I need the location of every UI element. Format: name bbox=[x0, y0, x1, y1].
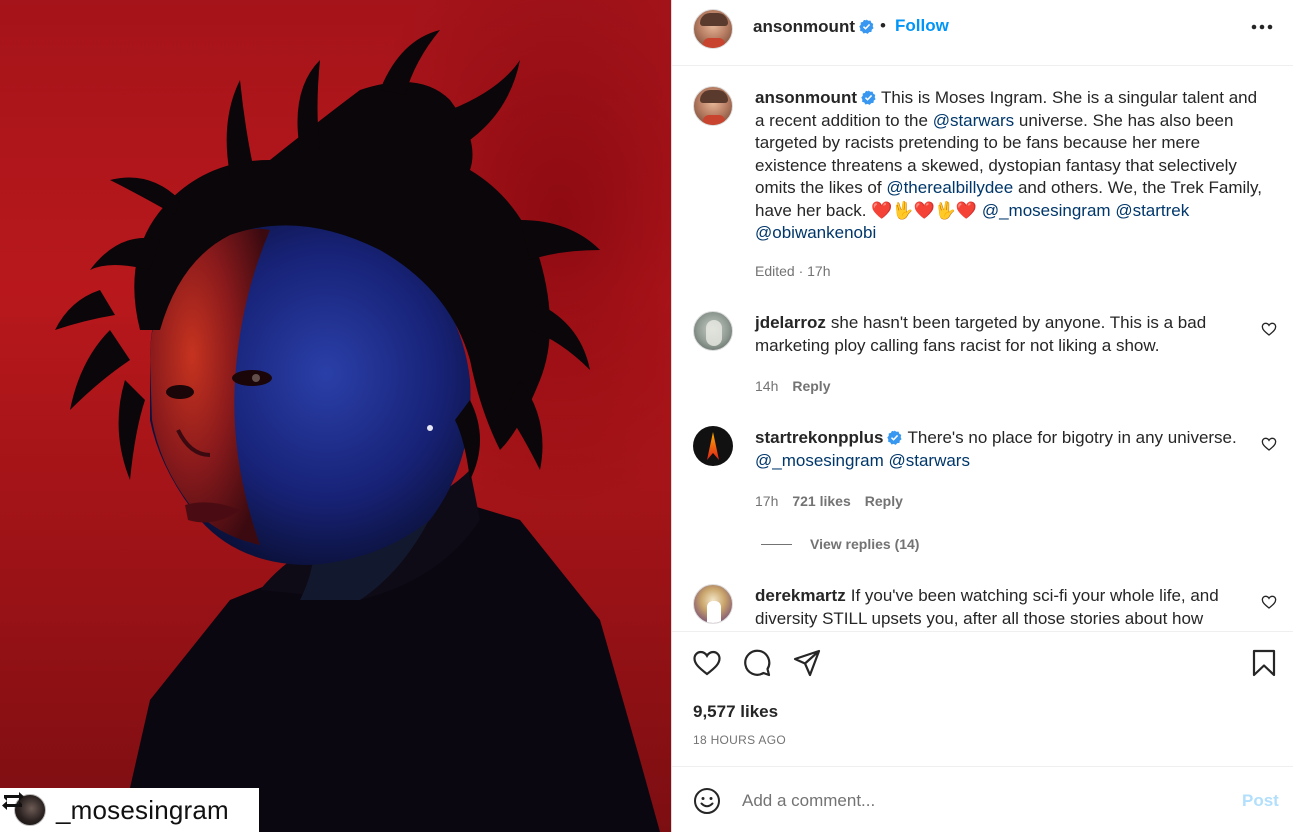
like-comment-heart-icon[interactable] bbox=[1261, 436, 1277, 452]
caption-emojis: ❤️🖖❤️🖖❤️ bbox=[871, 200, 978, 220]
likes-count[interactable]: 9,577 likes bbox=[693, 702, 778, 722]
add-comment-bar: Post bbox=[672, 766, 1293, 832]
commenter-avatar[interactable] bbox=[693, 311, 733, 351]
verified-icon bbox=[861, 90, 876, 105]
mention-link[interactable]: @obiwankenobi bbox=[755, 223, 876, 242]
post-photo[interactable]: _mosesingram bbox=[0, 0, 671, 832]
post-detail-panel: ansonmount • Follow ansonmount This is Mo… bbox=[671, 0, 1293, 832]
edited-label: Edited · 17h bbox=[755, 263, 831, 279]
emoji-icon[interactable] bbox=[693, 787, 721, 815]
repost-icon bbox=[2, 792, 24, 810]
post-timestamp[interactable]: 18 HOURS AGO bbox=[693, 733, 786, 747]
like-comment-heart-icon[interactable] bbox=[1261, 321, 1277, 337]
comment-meta: 14h Reply bbox=[755, 378, 844, 394]
comment: jdelarroz she hasn't been targeted by any… bbox=[755, 312, 1265, 357]
comment-meta: 17h 721 likes Reply bbox=[755, 493, 917, 509]
commenter-username[interactable]: derekmartz bbox=[755, 586, 846, 605]
caption-author-username[interactable]: ansonmount bbox=[755, 88, 857, 107]
caption-author-avatar[interactable] bbox=[693, 86, 733, 126]
comments-scroll-area[interactable]: ansonmount This is Moses Ingram. She is a… bbox=[672, 66, 1293, 631]
comment-likes[interactable]: 721 likes bbox=[792, 493, 850, 509]
tagged-username: _mosesingram bbox=[56, 794, 229, 825]
heart-icon[interactable] bbox=[692, 648, 722, 678]
comment: startrekonpplus There's no place for bigo… bbox=[755, 427, 1265, 472]
author-avatar[interactable] bbox=[693, 9, 733, 49]
comment: derekmartz If you've been watching sci-fi… bbox=[755, 585, 1265, 630]
caption-edited-time: Edited · 17h bbox=[755, 263, 845, 279]
replies-divider bbox=[761, 543, 792, 545]
mention-link[interactable]: @_mosesingram bbox=[755, 451, 884, 470]
post-actions: 9,577 likes 18 HOURS AGO bbox=[672, 631, 1293, 766]
commenter-avatar[interactable] bbox=[693, 426, 733, 466]
verified-icon bbox=[887, 430, 903, 445]
mention-link[interactable]: @starwars bbox=[933, 111, 1015, 130]
bookmark-icon[interactable] bbox=[1249, 648, 1279, 678]
comment-age: 17h bbox=[755, 493, 779, 509]
comment-input[interactable] bbox=[742, 787, 1212, 815]
like-comment-heart-icon[interactable] bbox=[1261, 594, 1277, 610]
commenter-avatar[interactable] bbox=[693, 584, 733, 624]
view-replies-button[interactable]: View replies (14) bbox=[761, 536, 919, 552]
post-comment-button[interactable]: Post bbox=[1242, 791, 1279, 811]
verified-icon bbox=[859, 19, 874, 34]
separator-dot: • bbox=[880, 16, 886, 35]
reply-button[interactable]: Reply bbox=[792, 378, 830, 394]
mention-link[interactable]: @startrek bbox=[1115, 201, 1189, 220]
comment-icon[interactable] bbox=[742, 648, 772, 678]
portrait-image bbox=[55, 30, 660, 832]
view-replies-label: View replies (14) bbox=[810, 536, 920, 552]
comment-age: 14h bbox=[755, 378, 779, 394]
share-icon[interactable] bbox=[792, 648, 822, 678]
follow-button[interactable]: Follow bbox=[895, 16, 949, 36]
repost-user-tag[interactable]: _mosesingram bbox=[0, 788, 259, 832]
reply-button[interactable]: Reply bbox=[865, 493, 903, 509]
commenter-username[interactable]: jdelarroz bbox=[755, 313, 826, 332]
author-username-link[interactable]: ansonmount bbox=[753, 17, 874, 37]
post-header: ansonmount • Follow bbox=[672, 0, 1293, 66]
post-caption: ansonmount This is Moses Ingram. She is a… bbox=[755, 87, 1265, 245]
mention-link[interactable]: @starwars bbox=[888, 451, 970, 470]
more-options-icon[interactable] bbox=[1249, 17, 1275, 37]
mention-link[interactable]: @_mosesingram bbox=[982, 201, 1111, 220]
commenter-username[interactable]: startrekonpplus bbox=[755, 428, 883, 447]
mention-link[interactable]: @therealbillydee bbox=[886, 178, 1013, 197]
comment-text: There's no place for bigotry in any univ… bbox=[907, 428, 1237, 447]
